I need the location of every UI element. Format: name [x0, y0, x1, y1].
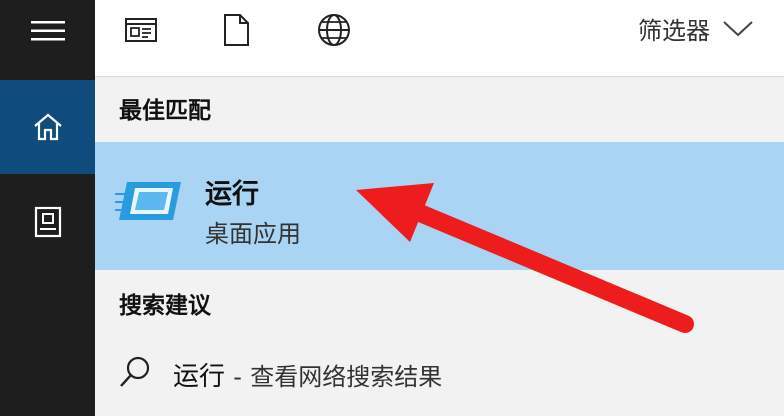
hamburger-menu-button[interactable] — [0, 0, 95, 62]
search-icon — [120, 356, 150, 387]
suggestion-action: 查看网络搜索结果 — [250, 363, 443, 391]
filter-dropdown[interactable]: 筛选器 — [638, 10, 754, 46]
home-icon — [33, 113, 62, 141]
filter-apps-button[interactable] — [121, 10, 161, 50]
globe-icon — [318, 14, 350, 46]
best-match-heading: 最佳匹配 — [119, 98, 211, 124]
filter-web-button[interactable] — [314, 10, 354, 50]
hamburger-menu-icon — [30, 21, 65, 41]
run-app-icon — [115, 182, 181, 220]
suggestion-query: 运行 — [173, 362, 226, 392]
sidebar-item-documents[interactable] — [0, 174, 95, 270]
sidebar — [0, 0, 95, 416]
toolbar: 筛选器 — [95, 0, 784, 77]
best-match-item-run[interactable]: 运行 桌面应用 — [95, 142, 784, 270]
filter-documents-button[interactable] — [216, 10, 256, 50]
sidebar-item-home[interactable] — [0, 80, 95, 174]
suggestion-separator: - — [233, 363, 242, 391]
search-suggestions-heading: 搜索建议 — [119, 293, 211, 319]
suggestion-text: 运行 - 查看网络搜索结果 — [173, 356, 442, 393]
app-window-icon — [125, 18, 157, 42]
result-subtitle: 桌面应用 — [205, 220, 301, 248]
document-icon — [34, 206, 61, 238]
result-title: 运行 — [205, 179, 259, 210]
chevron-down-icon — [723, 21, 753, 37]
suggestion-item-web-search[interactable]: 运行 - 查看网络搜索结果 — [95, 340, 784, 404]
search-results-panel: 筛选器 最佳匹配 运行 桌面应用 搜索建议 运行 - 查看网络搜索结果 — [95, 0, 784, 416]
filter-label: 筛选器 — [638, 16, 710, 45]
document-icon — [224, 14, 249, 46]
